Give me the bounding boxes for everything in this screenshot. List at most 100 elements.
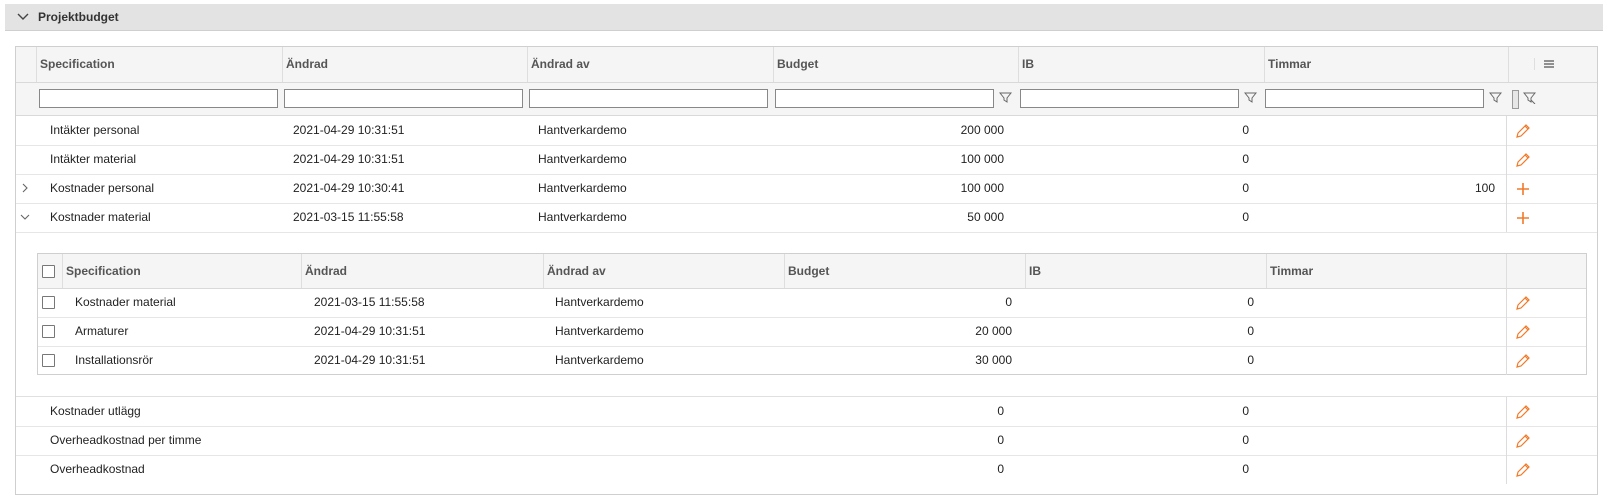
row-checkbox[interactable] (42, 296, 55, 309)
plus-icon (1517, 211, 1529, 224)
cell-specification: Kostnader material (50, 210, 151, 224)
cell-budget: 30 000 (975, 353, 1012, 367)
panel-header[interactable]: Projektbudget (5, 4, 1603, 31)
funnel-icon[interactable] (1244, 91, 1257, 104)
column-header-specification[interactable]: Specification (62, 254, 301, 288)
edit-button[interactable] (1506, 288, 1539, 317)
cell-ib: 0 (1242, 210, 1249, 224)
table-row[interactable]: Kostnader material 2021-03-15 11:55:58 H… (16, 203, 1597, 233)
filter-input-specification[interactable] (39, 89, 278, 108)
chevron-right-icon[interactable] (19, 182, 31, 194)
scroll-handle[interactable] (1512, 90, 1519, 109)
edit-button[interactable] (1506, 426, 1539, 455)
edit-button[interactable] (1506, 145, 1539, 174)
table-row[interactable]: Kostnader personal 2021-04-29 10:30:41 H… (16, 174, 1597, 204)
column-label: Ändrad (305, 264, 347, 278)
column-header-timmar[interactable]: Timmar (1266, 254, 1506, 288)
row-checkbox[interactable] (42, 325, 55, 338)
chevron-down-icon[interactable] (19, 211, 31, 223)
table-row[interactable]: Intäkter material 2021-04-29 10:31:51 Ha… (16, 145, 1597, 175)
column-header-actions (1506, 254, 1546, 288)
cell-ib: 0 (1247, 324, 1254, 338)
filter-input-ib[interactable] (1020, 89, 1239, 108)
column-label: Specification (40, 57, 115, 71)
cell-andrad-av: Hantverkardemo (555, 353, 644, 367)
cell-andrad-av: Hantverkardemo (538, 181, 627, 195)
cell-specification: Overheadkostnad (50, 462, 145, 476)
edit-button[interactable] (1506, 397, 1539, 426)
funnel-icon[interactable] (999, 91, 1012, 104)
filter-input-budget[interactable] (775, 89, 994, 108)
column-label: IB (1029, 264, 1041, 278)
column-header-ib[interactable]: IB (1018, 47, 1264, 82)
cell-andrad: 2021-04-29 10:31:51 (293, 152, 405, 166)
column-label: Specification (66, 264, 141, 278)
cell-specification: Overheadkostnad per timme (50, 433, 202, 447)
column-header-ib[interactable]: IB (1025, 254, 1266, 288)
add-button[interactable] (1506, 203, 1539, 232)
cell-andrad-av: Hantverkardemo (538, 123, 627, 137)
pencil-icon (1516, 353, 1530, 368)
clear-filter-icon[interactable] (1523, 91, 1536, 104)
column-label: Budget (788, 264, 830, 278)
subgrid-row[interactable]: Installationsrör 2021-04-29 10:31:51 Han… (38, 346, 1586, 375)
detail-subgrid: Specification Ändrad Ändrad av Budget IB… (37, 253, 1587, 375)
cell-ib: 0 (1242, 462, 1249, 476)
cell-budget: 200 000 (960, 123, 1004, 137)
edit-button[interactable] (1506, 116, 1539, 145)
cell-budget: 0 (997, 404, 1004, 418)
cell-andrad: 2021-03-15 11:55:58 (314, 295, 425, 309)
table-row[interactable]: Overheadkostnad per timme 0 0 (16, 426, 1597, 456)
pencil-icon (1516, 324, 1530, 339)
filter-input-timmar[interactable] (1265, 89, 1484, 108)
subgrid-row[interactable]: Armaturer 2021-04-29 10:31:51 Hantverkar… (38, 317, 1586, 347)
column-label: Ändrad (286, 57, 328, 71)
cell-ib: 0 (1242, 152, 1249, 166)
budget-grid: Specification Ändrad Ändrad av Budget IB… (15, 46, 1598, 495)
column-header-andrad-av[interactable]: Ändrad av (527, 47, 773, 82)
column-header-andrad-av[interactable]: Ändrad av (543, 254, 784, 288)
table-row[interactable]: Kostnader utlägg 0 0 (16, 397, 1597, 427)
cell-ib: 0 (1247, 295, 1254, 309)
cell-andrad: 2021-04-29 10:31:51 (314, 324, 426, 338)
cell-ib: 0 (1242, 181, 1249, 195)
subgrid-row[interactable]: Kostnader material 2021-03-15 11:55:58 H… (38, 288, 1586, 318)
cell-andrad: 2021-04-29 10:31:51 (314, 353, 426, 367)
cell-timmar: 100 (1474, 181, 1495, 195)
chevron-down-icon[interactable] (16, 10, 30, 24)
cell-ib: 0 (1242, 123, 1249, 137)
pencil-icon (1516, 404, 1530, 419)
column-label: Timmar (1270, 264, 1314, 278)
edit-button[interactable] (1506, 346, 1539, 375)
cell-andrad: 2021-03-15 11:55:58 (293, 210, 404, 224)
cell-andrad-av: Hantverkardemo (538, 152, 627, 166)
column-label: Budget (777, 57, 819, 71)
panel-title: Projektbudget (38, 10, 119, 24)
pencil-icon (1516, 152, 1530, 167)
filter-input-andrad[interactable] (284, 89, 523, 108)
column-label: Ändrad av (531, 57, 590, 71)
cell-andrad-av: Hantverkardemo (555, 295, 644, 309)
edit-button[interactable] (1506, 317, 1539, 346)
select-all-checkbox[interactable] (42, 265, 55, 278)
hamburger-menu-icon[interactable] (1534, 58, 1557, 70)
filter-input-andrad-av[interactable] (529, 89, 768, 108)
column-header-timmar[interactable]: Timmar (1264, 47, 1508, 82)
pencil-icon (1516, 433, 1530, 448)
grid-header: Specification Ändrad Ändrad av Budget IB… (16, 47, 1597, 83)
column-header-specification[interactable]: Specification (36, 47, 282, 82)
column-header-andrad[interactable]: Ändrad (282, 47, 527, 82)
column-divider (1508, 47, 1520, 82)
column-header-budget[interactable]: Budget (784, 254, 1025, 288)
column-header-budget[interactable]: Budget (773, 47, 1018, 82)
filter-row (16, 83, 1597, 116)
cell-specification: Kostnader material (75, 295, 176, 309)
table-row[interactable]: Overheadkostnad 0 0 (16, 455, 1597, 484)
row-checkbox[interactable] (42, 354, 55, 367)
cell-specification: Intäkter personal (50, 123, 140, 137)
column-header-andrad[interactable]: Ändrad (301, 254, 543, 288)
add-button[interactable] (1506, 174, 1539, 203)
edit-button[interactable] (1506, 455, 1539, 484)
funnel-icon[interactable] (1489, 91, 1502, 104)
table-row[interactable]: Intäkter personal 2021-04-29 10:31:51 Ha… (16, 116, 1597, 146)
